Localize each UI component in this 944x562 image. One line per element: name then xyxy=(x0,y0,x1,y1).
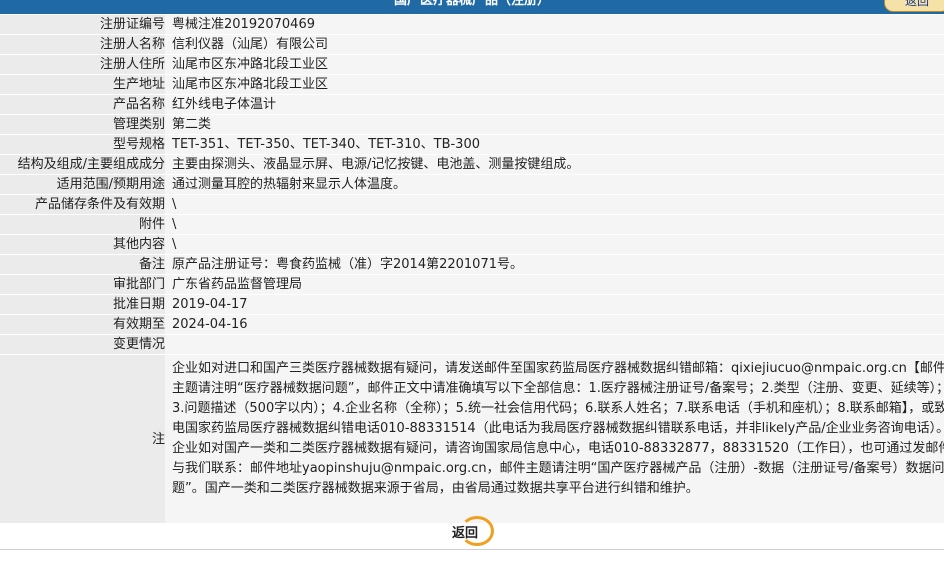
field-value: 汕尾市区东冲路北段工业区 xyxy=(165,55,944,74)
bottom-divider xyxy=(0,549,944,550)
table-row: 其他内容 \ xyxy=(0,235,944,254)
field-value: \ xyxy=(165,215,944,234)
field-label: 注册人名称 xyxy=(0,35,165,54)
table-row: 审批部门 广东省药品监督管理局 xyxy=(0,275,944,294)
table-row: 产品储存条件及有效期 \ xyxy=(0,195,944,214)
field-label: 型号规格 xyxy=(0,135,165,154)
page-header: 国产医疗器械产品（注册） 返回 xyxy=(0,0,944,14)
field-label: 适用范围/预期用途 xyxy=(0,175,165,194)
table-row: 结构及组成/主要组成成分 主要由探测头、液晶显示屏、电源/记忆按键、电池盖、测量按… xyxy=(0,155,944,174)
field-label: 结构及组成/主要组成成分 xyxy=(0,155,165,174)
table-row: 有效期至 2024-04-16 xyxy=(0,315,944,334)
page-title: 国产医疗器械产品（注册） xyxy=(393,0,550,8)
field-value: 通过测量耳腔的热辐射来显示人体温度。 xyxy=(165,175,944,194)
field-label: 附件 xyxy=(0,215,165,234)
field-label: 注册人住所 xyxy=(0,55,165,74)
field-value xyxy=(165,335,944,354)
field-value: 信利仪器（汕尾）有限公司 xyxy=(165,35,944,54)
table-row: 产品名称 红外线电子体温计 xyxy=(0,95,944,114)
field-value: 汕尾市区东冲路北段工业区 xyxy=(165,75,944,94)
field-label: 生产地址 xyxy=(0,75,165,94)
back-button-label: 返回 xyxy=(452,526,479,541)
field-label: 产品储存条件及有效期 xyxy=(0,195,165,214)
field-label: 变更情况 xyxy=(0,335,165,354)
note-text: 企业如对进口和国产三类医疗器械数据有疑问，请发送邮件至国家药监局医疗器械数据纠错… xyxy=(172,361,944,496)
field-value: \ xyxy=(165,235,944,254)
field-value: 主要由探测头、液晶显示屏、电源/记忆按键、电池盖、测量按键组成。 xyxy=(165,155,944,174)
table-row: 注册证编号 粤械注准20192070469 xyxy=(0,15,944,34)
field-value: 2019-04-17 xyxy=(165,295,944,314)
table-row: 附件 \ xyxy=(0,215,944,234)
table-row: 管理类别 第二类 xyxy=(0,115,944,134)
field-value: 第二类 xyxy=(165,115,944,134)
note-row: 注企业如对进口和国产三类医疗器械数据有疑问，请发送邮件至国家药监局医疗器械数据纠… xyxy=(0,355,944,523)
field-label: 产品名称 xyxy=(0,95,165,114)
table-row: 备注 原产品注册证号：粤食药监械（准）字2014第2201071号。 xyxy=(0,255,944,274)
field-label: 审批部门 xyxy=(0,275,165,294)
field-value: 原产品注册证号：粤食药监械（准）字2014第2201071号。 xyxy=(165,255,944,274)
table-row: 适用范围/预期用途 通过测量耳腔的热辐射来显示人体温度。 xyxy=(0,175,944,194)
table-row: 型号规格 TET-351、TET-350、TET-340、TET-310、TB-3… xyxy=(0,135,944,154)
table-row: 变更情况 xyxy=(0,335,944,354)
field-value: 广东省药品监督管理局 xyxy=(165,275,944,294)
table-row: 批准日期 2019-04-17 xyxy=(0,295,944,314)
field-value: 2024-04-16 xyxy=(165,315,944,334)
field-label: 有效期至 xyxy=(0,315,165,334)
field-label: 批准日期 xyxy=(0,295,165,314)
table-row: 生产地址 汕尾市区东冲路北段工业区 xyxy=(0,75,944,94)
table-row: 注册人名称 信利仪器（汕尾）有限公司 xyxy=(0,35,944,54)
note-label: 注 xyxy=(0,355,165,523)
field-value: 粤械注准20192070469 xyxy=(165,15,944,34)
note-value: 企业如对进口和国产三类医疗器械数据有疑问，请发送邮件至国家药监局医疗器械数据纠错… xyxy=(165,355,944,523)
field-label: 其他内容 xyxy=(0,235,165,254)
field-value: 红外线电子体温计 xyxy=(165,95,944,114)
back-button[interactable]: 返回 xyxy=(452,516,496,546)
registration-detail-table: 注册证编号 粤械注准20192070469 注册人名称 信利仪器（汕尾）有限公司 注册人… xyxy=(0,14,944,524)
field-value: \ xyxy=(165,195,944,214)
field-label: 注册证编号 xyxy=(0,15,165,34)
field-label: 管理类别 xyxy=(0,115,165,134)
header-back-button[interactable]: 返回 xyxy=(884,0,944,12)
table-row: 注册人住所 汕尾市区东冲路北段工业区 xyxy=(0,55,944,74)
field-value: TET-351、TET-350、TET-340、TET-310、TB-300 xyxy=(165,135,944,154)
field-label: 备注 xyxy=(0,255,165,274)
